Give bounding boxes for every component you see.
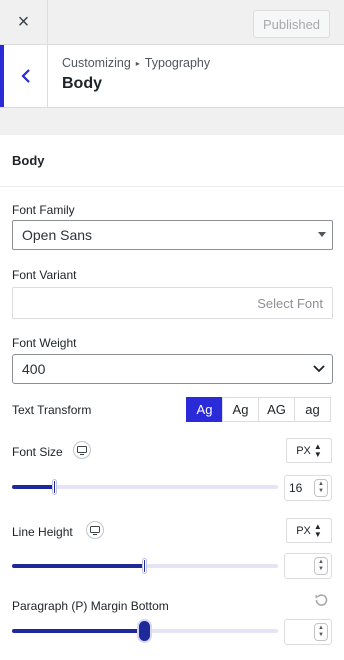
section-header: Customizing ▸ Typography Body (0, 45, 344, 108)
close-customizer-button[interactable]: × (0, 0, 48, 45)
typography-panel: Body Font Family Open Sans Font Variant … (0, 135, 344, 660)
publish-button[interactable]: Published (253, 10, 330, 38)
breadcrumb-parent: Customizing (62, 56, 131, 70)
font-size-slider[interactable] (12, 477, 278, 497)
line-height-slider[interactable] (12, 556, 278, 576)
line-height-label: Line Height (12, 525, 73, 539)
font-size-input[interactable]: 16 ▲ ▼ (284, 475, 332, 501)
section-title: Body (62, 75, 102, 92)
font-weight-value: 400 (22, 361, 46, 377)
line-height-device-toggle[interactable] (86, 521, 104, 539)
desktop-icon (90, 525, 100, 535)
font-variant-label: Font Variant (12, 268, 77, 282)
font-family-label: Font Family (12, 203, 75, 217)
font-size-value: 16 (289, 481, 303, 495)
slider-thumb[interactable] (139, 621, 150, 641)
text-transform-none-button[interactable]: Ag (186, 397, 223, 422)
font-size-label: Font Size (12, 445, 63, 459)
customizer-header: × Published (0, 0, 344, 45)
back-button[interactable] (0, 45, 48, 107)
stepper-icon[interactable]: ▲ ▼ (314, 479, 328, 497)
slider-fill (12, 485, 55, 489)
text-transform-group: Ag Ag AG ag (186, 397, 331, 422)
desktop-icon (77, 445, 87, 455)
font-family-value: Open Sans (22, 227, 93, 243)
breadcrumb: Customizing ▸ Typography (62, 56, 210, 70)
text-transform-uppercase-button[interactable]: AG (258, 397, 295, 422)
slider-fill (12, 564, 145, 568)
line-height-input[interactable]: ▲ ▼ (284, 553, 332, 579)
breadcrumb-separator: ▸ (135, 59, 140, 68)
line-height-unit: PX (296, 524, 311, 537)
sort-arrows-icon: ▲ ▼ (313, 441, 322, 459)
chevron-left-icon (20, 69, 30, 83)
margin-bottom-input[interactable]: ▲ ▼ (284, 619, 332, 645)
slider-thumb[interactable] (143, 559, 146, 573)
text-transform-label: Text Transform (12, 403, 92, 417)
panel-divider (0, 186, 344, 187)
font-weight-select[interactable]: 400 (12, 354, 333, 384)
stepper-icon[interactable]: ▲ ▼ (314, 623, 328, 641)
slider-thumb[interactable] (53, 480, 56, 494)
sort-arrows-icon: ▲ ▼ (313, 521, 322, 539)
text-transform-lowercase-button[interactable]: ag (294, 397, 331, 422)
font-variant-select[interactable]: Select Font (12, 287, 333, 319)
font-variant-placeholder: Select Font (257, 296, 323, 311)
close-icon: × (17, 11, 30, 33)
line-height-unit-select[interactable]: PX ▲ ▼ (286, 518, 332, 543)
margin-bottom-slider[interactable] (12, 621, 278, 641)
reset-icon[interactable] (313, 592, 329, 608)
chevron-down-icon (313, 365, 325, 373)
stepper-icon[interactable]: ▲ ▼ (314, 557, 328, 575)
font-size-unit-select[interactable]: PX ▲ ▼ (286, 438, 332, 463)
font-weight-label: Font Weight (12, 336, 77, 350)
font-size-device-toggle[interactable] (73, 441, 91, 459)
font-family-select[interactable]: Open Sans (12, 220, 333, 250)
margin-bottom-label: Paragraph (P) Margin Bottom (12, 599, 169, 613)
dropdown-caret-icon (318, 232, 326, 237)
text-transform-capitalize-button[interactable]: Ag (222, 397, 259, 422)
panel-title: Body (12, 153, 45, 168)
breadcrumb-current: Typography (144, 56, 211, 70)
slider-fill (12, 629, 145, 633)
font-size-unit: PX (296, 444, 311, 457)
